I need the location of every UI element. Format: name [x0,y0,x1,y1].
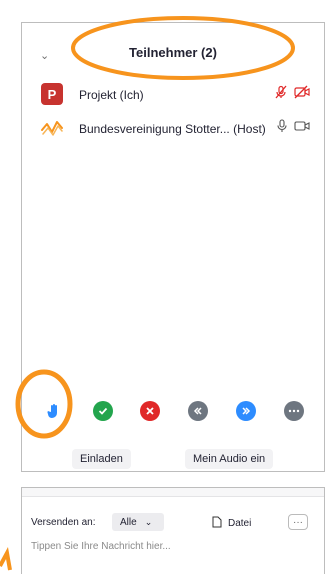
faster-icon[interactable] [236,401,256,421]
chat-divider [22,488,324,497]
send-to-label: Versenden an: [31,517,96,528]
message-input[interactable] [31,538,301,554]
chevron-down-icon: ⌄ [144,516,153,527]
participant-row[interactable]: Bundesvereinigung Stotter... (Host) [22,116,324,142]
more-icon[interactable] [284,401,304,421]
slower-icon[interactable] [188,401,208,421]
recipient-value: Alle [120,516,137,528]
participant-name: Bundesvereinigung Stotter... (Host) [79,122,266,136]
video-icon[interactable] [294,119,310,133]
participant-name: Projekt (Ich) [79,88,144,102]
file-label: Datei [228,518,252,529]
participants-header: ⌄ Teilnehmer (2) [22,23,324,81]
raise-hand-icon[interactable] [44,401,64,421]
x-icon[interactable] [140,401,160,421]
avatar: P [41,83,63,105]
file-button[interactable]: Datei [212,516,251,531]
recipient-select[interactable]: Alle ⌄ [112,513,164,531]
invite-button[interactable]: Einladen [72,449,131,469]
logo-icon [40,116,64,140]
reactions-bar [22,401,324,427]
file-icon [212,516,222,531]
panel-title: Teilnehmer (2) [129,45,217,60]
participants-panel: ⌄ Teilnehmer (2) P Projekt (Ich) Bundesv… [21,22,325,472]
mic-icon[interactable] [276,119,288,133]
check-icon[interactable] [93,401,113,421]
annotation-arrow [0,546,12,571]
chat-more-button[interactable]: ··· [288,514,308,530]
mic-muted-icon[interactable] [274,85,288,99]
chat-panel: Versenden an: Alle ⌄ Datei ··· [21,487,325,574]
video-off-icon[interactable] [294,85,310,99]
participant-row[interactable]: P Projekt (Ich) [22,82,324,108]
audio-button[interactable]: Mein Audio ein [185,449,274,469]
